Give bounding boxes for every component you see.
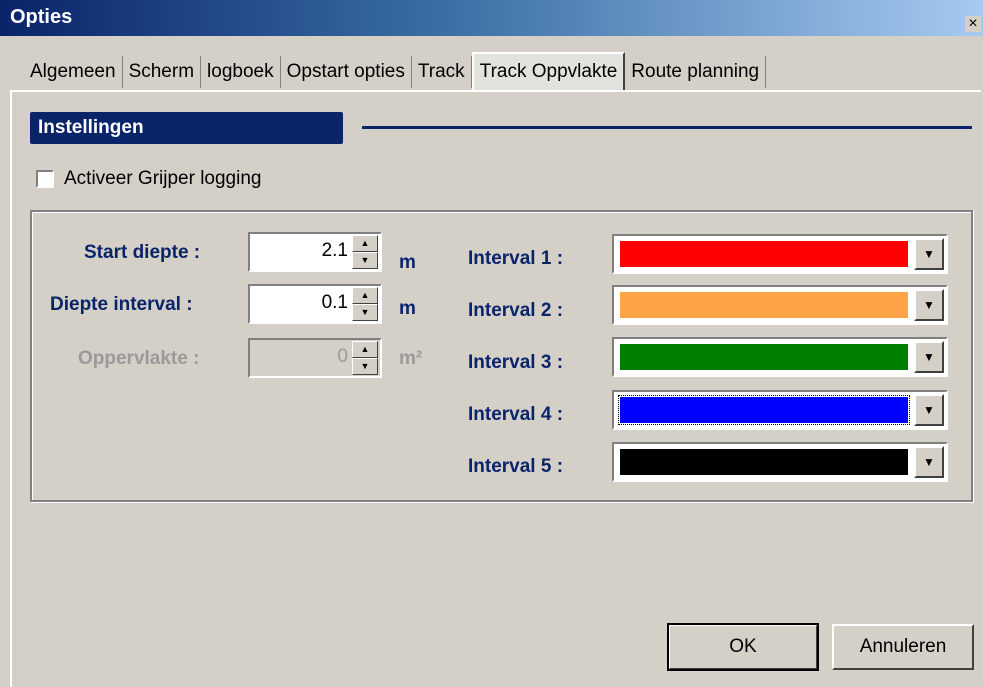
chevron-down-icon[interactable]: ▼: [914, 238, 944, 270]
chevron-down-icon[interactable]: ▼: [914, 341, 944, 373]
tab-track-oppvlakte[interactable]: Track Oppvlakte: [471, 52, 626, 90]
interval-4-label: Interval 4 :: [468, 404, 564, 425]
tab-track[interactable]: Track: [412, 56, 472, 88]
gripper-logging-row[interactable]: Activeer Grijper logging: [36, 168, 261, 190]
spin-down-icon[interactable]: ▼: [352, 252, 378, 269]
window-title: Opties: [10, 6, 73, 28]
tab-scherm[interactable]: Scherm: [123, 56, 202, 88]
interval-3-swatch: [620, 344, 908, 370]
tab-route-planning[interactable]: Route planning: [625, 56, 767, 88]
interval-2-color-select[interactable]: ▼: [612, 285, 948, 325]
interval-3-color-select[interactable]: ▼: [612, 337, 948, 377]
surface-label: Oppervlakte :: [78, 348, 200, 369]
spin-down-icon: ▼: [352, 358, 378, 375]
interval-5-swatch: [620, 449, 908, 475]
ok-button[interactable]: OK: [667, 623, 819, 671]
surface-unit: m²: [399, 348, 423, 369]
interval-4-color-select[interactable]: ▼: [612, 390, 948, 430]
spin-up-icon[interactable]: ▲: [352, 287, 378, 304]
tab-logboek[interactable]: logboek: [201, 56, 281, 88]
tab-strip: Algemeen Scherm logboek Opstart opties T…: [24, 52, 767, 90]
depth-interval-label: Diepte interval :: [50, 294, 193, 315]
interval-1-color-select[interactable]: ▼: [612, 234, 948, 274]
interval-3-label: Interval 3 :: [468, 352, 564, 373]
section-header: Instellingen: [30, 112, 343, 144]
chevron-down-icon[interactable]: ▼: [914, 446, 944, 478]
interval-1-swatch: [620, 241, 908, 267]
start-depth-value: 2.1: [321, 240, 348, 261]
depth-interval-value: 0.1: [321, 292, 348, 313]
interval-2-swatch: [620, 292, 908, 318]
tab-opstart-opties[interactable]: Opstart opties: [281, 56, 412, 88]
interval-4-swatch: [618, 395, 910, 425]
surface-value: 0: [337, 346, 348, 367]
spin-up-icon: ▲: [352, 341, 378, 358]
close-icon[interactable]: ×: [965, 16, 981, 32]
start-depth-label: Start diepte :: [84, 242, 201, 263]
gripper-logging-label: Activeer Grijper logging: [64, 168, 262, 189]
title-bar: Opties ×: [0, 0, 983, 36]
section-divider: [362, 126, 972, 129]
spin-down-icon[interactable]: ▼: [352, 304, 378, 321]
surface-stepper: 0 ▲ ▼: [248, 338, 382, 378]
spin-up-icon[interactable]: ▲: [352, 235, 378, 252]
chevron-down-icon[interactable]: ▼: [914, 289, 944, 321]
gripper-logging-checkbox[interactable]: [36, 170, 54, 188]
depth-interval-stepper[interactable]: 0.1 ▲ ▼: [248, 284, 382, 324]
interval-5-label: Interval 5 :: [468, 456, 564, 477]
start-depth-stepper[interactable]: 2.1 ▲ ▼: [248, 232, 382, 272]
interval-2-label: Interval 2 :: [468, 300, 564, 321]
start-depth-unit: m: [399, 252, 416, 273]
chevron-down-icon[interactable]: ▼: [914, 394, 944, 426]
cancel-button[interactable]: Annuleren: [832, 624, 974, 670]
tab-algemeen[interactable]: Algemeen: [24, 56, 123, 88]
depth-interval-unit: m: [399, 298, 416, 319]
interval-1-label: Interval 1 :: [468, 248, 564, 269]
interval-5-color-select[interactable]: ▼: [612, 442, 948, 482]
